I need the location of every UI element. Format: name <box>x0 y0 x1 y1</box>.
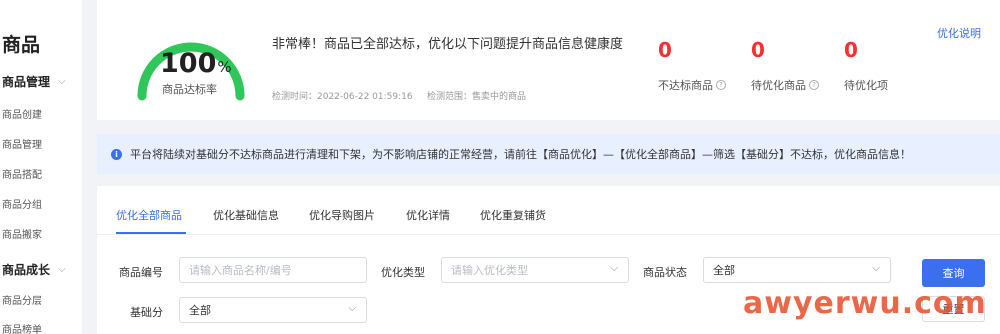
sidebar-item-manage[interactable]: 商品管理 <box>2 136 42 151</box>
sidebar-item-move[interactable]: 商品搬家 <box>2 226 42 241</box>
tab-optimize-details[interactable]: 优化详情 <box>406 207 450 223</box>
page: 商品 商品管理 ⌵ 商品创建 商品管理 商品搭配 商品分组 商品搬家 商品成长 … <box>0 0 1000 334</box>
sidebar-item-ranking[interactable]: 商品榜单 <box>2 321 42 334</box>
tab-optimize-images[interactable]: 优化导购图片 <box>309 207 375 223</box>
sidebar-group-label: 商品管理 <box>2 75 51 89</box>
stat-unqualified: 不达标商品 ? <box>658 77 726 93</box>
detect-scope: 检测范围：售卖中的商品 <box>427 92 527 102</box>
product-id-placeholder: 请输入商品名称/编号 <box>189 264 292 277</box>
sidebar: 商品 商品管理 ⌵ 商品创建 商品管理 商品搭配 商品分组 商品搬家 商品成长 … <box>0 0 82 334</box>
tab-divider <box>97 234 1000 235</box>
product-id-label: 商品编号 <box>119 266 163 279</box>
sidebar-item-bundle[interactable]: 商品搭配 <box>2 166 42 181</box>
query-button[interactable]: 查询 <box>922 259 985 287</box>
info-icon: i <box>111 148 122 160</box>
notice-banner: i 平台将陆续对基础分不达标商品进行清理和下架，为不影响店铺的正常经营，请前往【… <box>97 134 1000 174</box>
base-score-select[interactable]: 全部 ⌵ <box>179 297 367 323</box>
chevron-down-icon: ⌵ <box>58 264 66 275</box>
chevron-down-icon: ⌵ <box>610 263 618 274</box>
sidebar-group-label: 商品成长 <box>2 263 51 277</box>
optimization-explain-link[interactable]: 优化说明 <box>937 25 981 41</box>
tab-optimize-duplicates[interactable]: 优化重复铺货 <box>480 207 546 223</box>
stat-label: 待优化项 <box>844 79 888 92</box>
help-icon[interactable]: ? <box>809 80 819 90</box>
score-label: 商品达标率 <box>162 83 217 96</box>
product-id-input[interactable]: 请输入商品名称/编号 <box>179 257 367 283</box>
stat-pending-products: 待优化商品 ? <box>751 77 819 93</box>
opt-type-label: 优化类型 <box>381 266 425 279</box>
base-score-label: 基础分 <box>130 306 163 319</box>
chevron-down-icon: ⌵ <box>348 303 356 314</box>
stat-value-unqualified: 0 <box>658 38 672 62</box>
stat-label: 不达标商品 <box>658 79 713 92</box>
notice-text: 平台将陆续对基础分不达标商品进行清理和下架，为不影响店铺的正常经营，请前往【商品… <box>130 148 911 161</box>
status-label: 商品状态 <box>643 266 687 279</box>
sidebar-title: 商品 <box>2 34 41 56</box>
sidebar-item-create[interactable]: 商品创建 <box>2 106 42 121</box>
stat-value-pending-products: 0 <box>751 38 765 62</box>
detect-time: 检测时间：2022-06-22 01:59:16 <box>272 92 413 102</box>
stat-value-pending-items: 0 <box>844 38 858 62</box>
stat-label: 待优化商品 <box>751 79 806 92</box>
status-select[interactable]: 全部 ⌵ <box>703 257 891 283</box>
tab-optimize-all[interactable]: 优化全部商品 <box>116 207 182 223</box>
base-score-value: 全部 <box>189 304 211 317</box>
sidebar-group-product-management[interactable]: 商品管理 ⌵ <box>2 73 66 90</box>
tab-optimize-basic[interactable]: 优化基础信息 <box>213 207 279 223</box>
watermark: awyerwu.com <box>743 286 987 321</box>
sidebar-item-group[interactable]: 商品分组 <box>2 196 42 211</box>
sidebar-item-tier[interactable]: 商品分层 <box>2 292 42 307</box>
chevron-down-icon: ⌵ <box>872 263 880 274</box>
stat-pending-items: 待优化项 <box>844 77 888 93</box>
sidebar-group-product-growth[interactable]: 商品成长 ⌵ <box>2 261 66 278</box>
help-icon[interactable]: ? <box>716 80 726 90</box>
status-value: 全部 <box>713 264 735 277</box>
opt-type-select[interactable]: 请输入优化类型 ⌵ <box>441 257 629 283</box>
opt-type-placeholder: 请输入优化类型 <box>451 264 528 277</box>
chevron-down-icon: ⌵ <box>58 76 66 87</box>
summary-message: 非常棒！商品已全部达标，优化以下问题提升商品信息健康度 <box>272 37 624 52</box>
score-percentage: 100% <box>160 48 232 79</box>
